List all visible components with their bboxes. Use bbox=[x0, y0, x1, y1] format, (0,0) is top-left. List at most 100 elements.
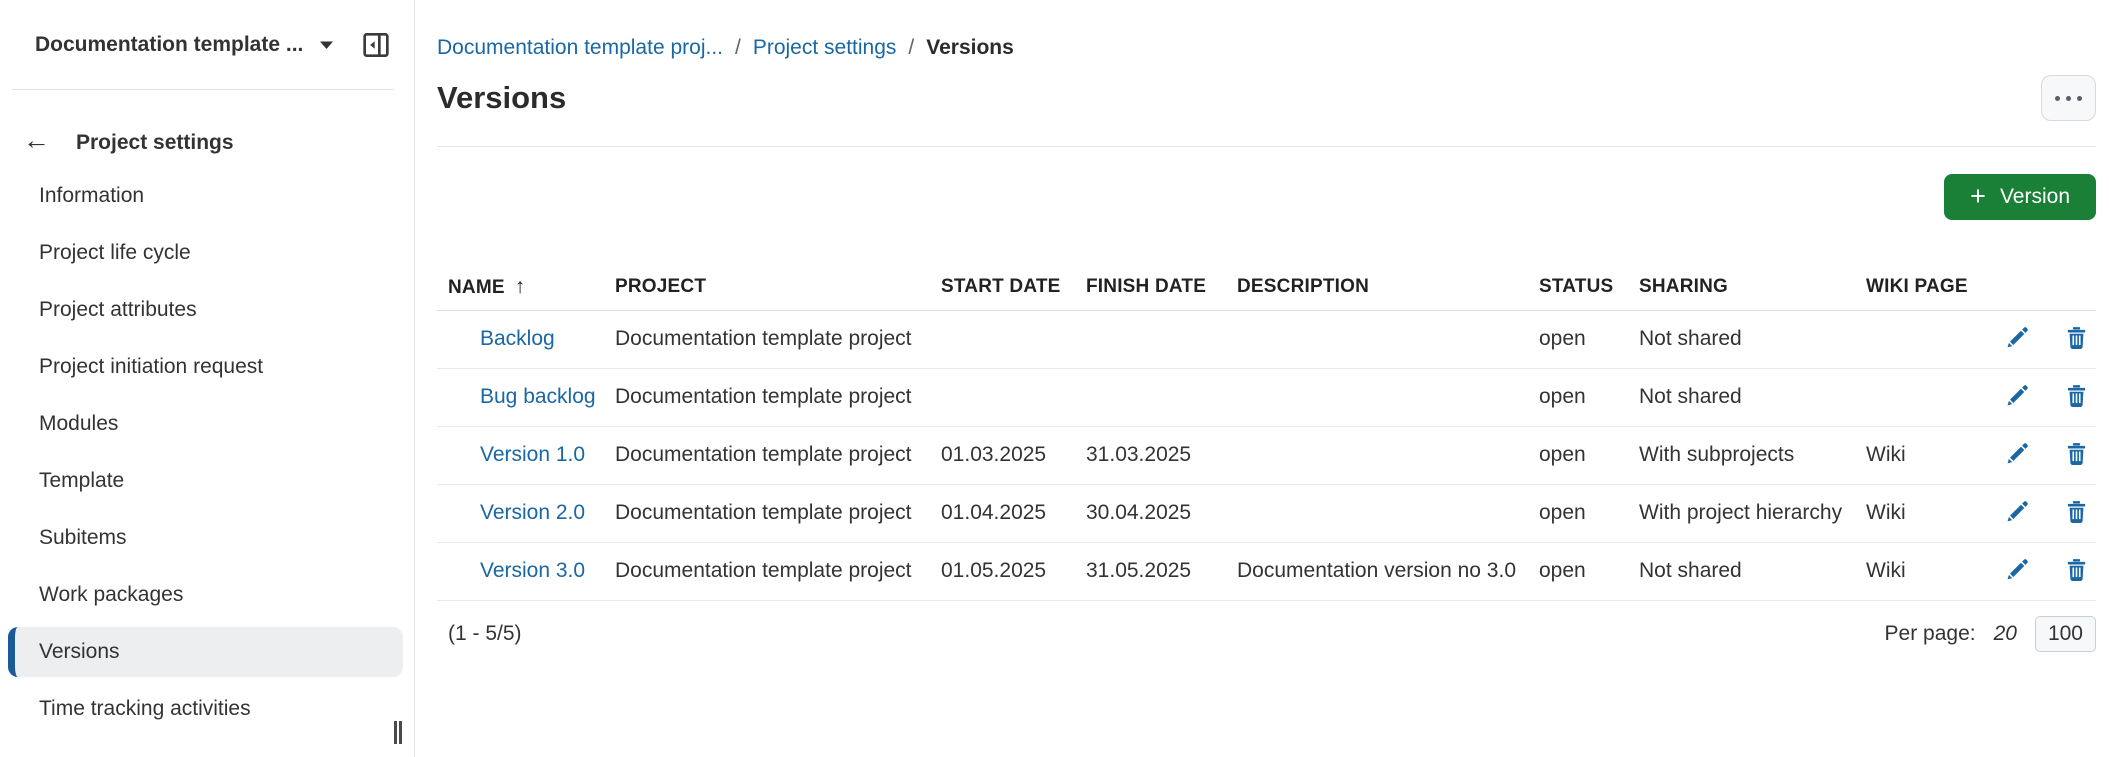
cell-finish-date bbox=[1086, 368, 1237, 426]
column-header-status[interactable]: STATUS bbox=[1539, 264, 1639, 310]
delete-version-button[interactable] bbox=[2065, 558, 2088, 584]
cell-finish-date: 30.04.2025 bbox=[1086, 484, 1237, 542]
page-title: Versions bbox=[437, 80, 566, 116]
sidebar-item-label: Time tracking activities bbox=[39, 697, 251, 721]
version-name-link[interactable]: Bug backlog bbox=[480, 385, 596, 408]
toolbar: + Version bbox=[437, 174, 2096, 220]
version-name-link[interactable]: Backlog bbox=[480, 327, 555, 350]
cell-project: Documentation template project bbox=[615, 484, 941, 542]
column-header-description[interactable]: DESCRIPTION bbox=[1237, 264, 1539, 310]
column-header-start-date[interactable]: START DATE bbox=[941, 264, 1086, 310]
version-name-link[interactable]: Version 1.0 bbox=[480, 443, 585, 466]
cell-start-date: 01.03.2025 bbox=[941, 426, 1086, 484]
breadcrumb-project-link[interactable]: Documentation template proj... bbox=[437, 36, 723, 60]
cell-status: open bbox=[1539, 484, 1639, 542]
cell-project: Documentation template project bbox=[615, 426, 941, 484]
cell-wiki-page[interactable] bbox=[1866, 368, 1976, 426]
kebab-horizontal-icon bbox=[2055, 96, 2060, 101]
sidebar-item-work-packages[interactable]: Work packages bbox=[8, 570, 403, 620]
sidebar-item-modules[interactable]: Modules bbox=[8, 399, 403, 449]
pencil-icon bbox=[2006, 558, 2029, 581]
breadcrumb-current: Versions bbox=[926, 36, 1014, 60]
sidebar-item-label: Versions bbox=[39, 640, 120, 664]
trash-icon bbox=[2065, 558, 2088, 581]
sidebar-collapse-button[interactable] bbox=[358, 29, 394, 61]
add-version-button[interactable]: + Version bbox=[1944, 174, 2096, 220]
cell-start-date bbox=[941, 368, 1086, 426]
page-header: Versions bbox=[437, 74, 2096, 122]
column-header-sharing[interactable]: SHARING bbox=[1639, 264, 1866, 310]
pagination-range: (1 - 5/5) bbox=[448, 622, 522, 646]
sort-asc-icon: ↑ bbox=[515, 275, 526, 298]
more-menu-button[interactable] bbox=[2041, 75, 2096, 121]
cell-description: Documentation version no 3.0 bbox=[1237, 542, 1539, 600]
project-selector-dropdown[interactable]: Documentation template ... bbox=[35, 33, 334, 57]
column-header-wiki-page[interactable]: WIKI PAGE bbox=[1866, 264, 1976, 310]
trash-icon bbox=[2065, 326, 2088, 349]
main-content: Documentation template proj... / Project… bbox=[415, 0, 2109, 757]
sidebar-header: Documentation template ... bbox=[12, 0, 394, 90]
cell-start-date: 01.04.2025 bbox=[941, 484, 1086, 542]
table-header-row: NAME↑ PROJECT START DATE FINISH DATE DES… bbox=[437, 264, 2096, 310]
edit-version-button[interactable] bbox=[2006, 558, 2029, 584]
table-row: Backlog Documentation template project o… bbox=[437, 310, 2096, 368]
cell-finish-date bbox=[1086, 310, 1237, 368]
delete-version-button[interactable] bbox=[2065, 384, 2088, 410]
sidebar-item-label: Project initiation request bbox=[39, 355, 263, 379]
version-name-link[interactable]: Version 3.0 bbox=[480, 559, 585, 582]
settings-nav: Information Project life cycle Project a… bbox=[0, 171, 414, 734]
sidebar-item-versions[interactable]: Versions bbox=[8, 627, 403, 677]
cell-sharing: Not shared bbox=[1639, 310, 1866, 368]
cell-project: Documentation template project bbox=[615, 368, 941, 426]
sidebar-item-information[interactable]: Information bbox=[8, 171, 403, 221]
app-window: Documentation template ... ← Project set… bbox=[0, 0, 2109, 757]
breadcrumb: Documentation template proj... / Project… bbox=[437, 0, 2096, 60]
per-page-option-20[interactable]: 20 bbox=[1994, 622, 2017, 646]
project-settings-back-link[interactable]: ← Project settings bbox=[23, 126, 414, 156]
breadcrumb-project-settings-link[interactable]: Project settings bbox=[753, 36, 897, 60]
column-header-finish-date[interactable]: FINISH DATE bbox=[1086, 264, 1237, 310]
column-header-project[interactable]: PROJECT bbox=[615, 264, 941, 310]
version-name-link[interactable]: Version 2.0 bbox=[480, 501, 585, 524]
cell-project: Documentation template project bbox=[615, 542, 941, 600]
chevron-down-icon bbox=[319, 40, 334, 50]
cell-wiki-page[interactable]: Wiki bbox=[1866, 426, 1976, 484]
cell-wiki-page[interactable]: Wiki bbox=[1866, 542, 1976, 600]
sidebar-item-project-attributes[interactable]: Project attributes bbox=[8, 285, 403, 335]
sidebar-item-template[interactable]: Template bbox=[8, 456, 403, 506]
per-page-label: Per page: bbox=[1885, 622, 1976, 646]
edit-version-button[interactable] bbox=[2006, 500, 2029, 526]
table-row: Version 3.0 Documentation template proje… bbox=[437, 542, 2096, 600]
delete-version-button[interactable] bbox=[2065, 326, 2088, 352]
sidebar-item-subitems[interactable]: Subitems bbox=[8, 513, 403, 563]
kebab-horizontal-icon bbox=[2066, 96, 2071, 101]
edit-version-button[interactable] bbox=[2006, 442, 2029, 468]
edit-version-button[interactable] bbox=[2006, 384, 2029, 410]
per-page-option-100[interactable]: 100 bbox=[2035, 616, 2096, 652]
trash-icon bbox=[2065, 442, 2088, 465]
cell-sharing: Not shared bbox=[1639, 368, 1866, 426]
back-arrow-icon: ← bbox=[23, 126, 50, 154]
sidebar-resize-handle[interactable] bbox=[394, 721, 402, 744]
pencil-icon bbox=[2006, 326, 2029, 349]
sidebar-item-project-initiation-request[interactable]: Project initiation request bbox=[8, 342, 403, 392]
cell-wiki-page[interactable] bbox=[1866, 310, 1976, 368]
cell-sharing: With project hierarchy bbox=[1639, 484, 1866, 542]
header-divider bbox=[437, 146, 2096, 147]
edit-version-button[interactable] bbox=[2006, 326, 2029, 352]
delete-version-button[interactable] bbox=[2065, 442, 2088, 468]
cell-sharing: With subprojects bbox=[1639, 426, 1866, 484]
delete-version-button[interactable] bbox=[2065, 500, 2088, 526]
cell-wiki-page[interactable]: Wiki bbox=[1866, 484, 1976, 542]
sidebar-item-time-tracking-activities[interactable]: Time tracking activities bbox=[8, 684, 403, 734]
sidebar-item-label: Template bbox=[39, 469, 124, 493]
cell-finish-date: 31.05.2025 bbox=[1086, 542, 1237, 600]
column-header-name[interactable]: NAME↑ bbox=[437, 264, 615, 310]
pencil-icon bbox=[2006, 442, 2029, 465]
cell-start-date bbox=[941, 310, 1086, 368]
breadcrumb-separator: / bbox=[735, 36, 741, 60]
cell-description bbox=[1237, 426, 1539, 484]
sidebar-item-project-life-cycle[interactable]: Project life cycle bbox=[8, 228, 403, 278]
project-settings-header-label: Project settings bbox=[76, 131, 234, 155]
sidebar-item-label: Modules bbox=[39, 412, 118, 436]
